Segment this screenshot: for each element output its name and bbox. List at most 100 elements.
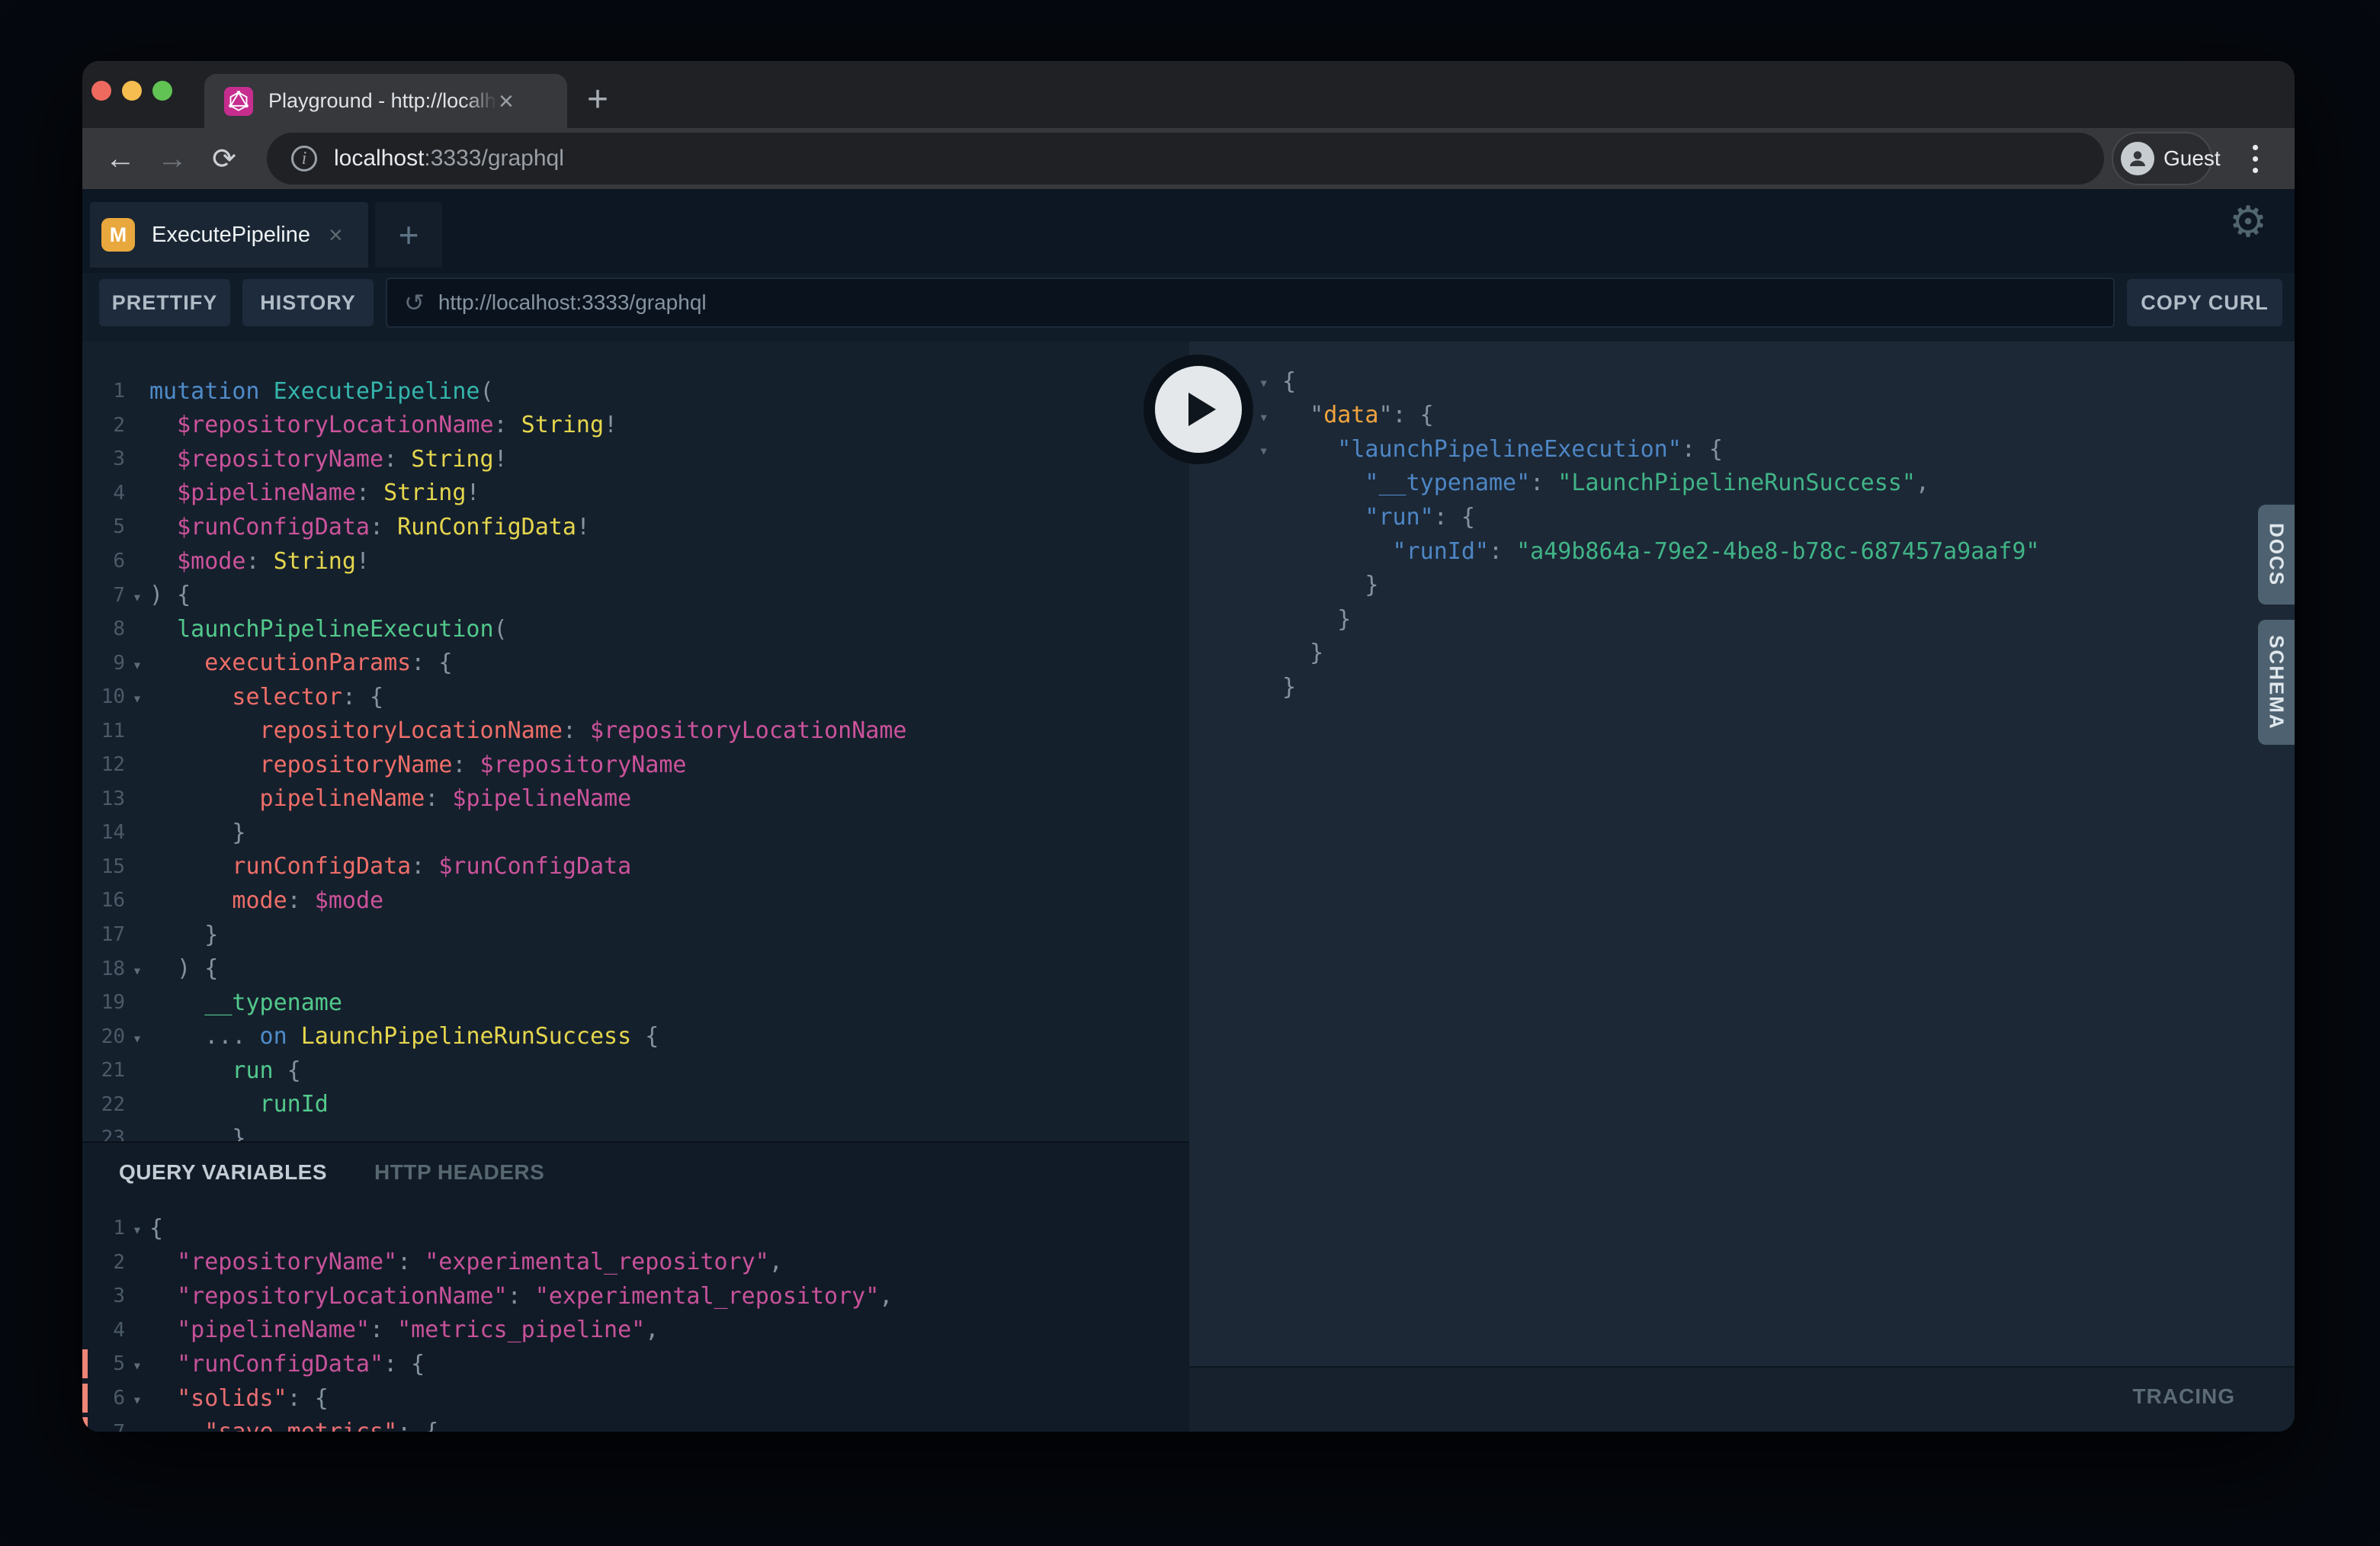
line-number: 5 (82, 1352, 125, 1375)
query-editor[interactable]: 1mutation ExecutePipeline(2$repositoryLo… (82, 342, 1189, 1141)
back-icon[interactable]: ← (98, 128, 143, 189)
window-zoom-button[interactable] (152, 81, 172, 101)
query-line: 19__typename (82, 986, 1189, 1020)
response-line: ▾{ (1189, 364, 2295, 399)
fold-arrow-icon[interactable]: ▾ (125, 585, 149, 606)
endpoint-input[interactable]: ↺ http://localhost:3333/graphql (386, 277, 2115, 328)
endpoint-reload-icon[interactable]: ↺ (404, 290, 425, 315)
line-number: 1 (82, 380, 125, 403)
response-line: "run": { (1189, 500, 2295, 534)
forward-icon[interactable]: → (149, 128, 195, 189)
line-number: 8 (82, 617, 125, 640)
line-number: 13 (82, 787, 125, 810)
copy-curl-button[interactable]: COPY CURL (2127, 279, 2282, 326)
line-number: 23 (82, 1127, 125, 1141)
query-line: 18▾) { (82, 951, 1189, 986)
variables-section: QUERY VARIABLES HTTP HEADERS 1▾{2"reposi… (82, 1141, 1189, 1432)
line-number: 22 (82, 1093, 125, 1116)
browser-tabstrip: Playground - http://localhost:3 × + (82, 61, 2295, 128)
add-session-tab-button[interactable]: + (375, 202, 442, 268)
window-minimize-button[interactable] (122, 81, 142, 101)
variables-header: QUERY VARIABLES HTTP HEADERS (82, 1143, 1189, 1188)
line-number: 20 (82, 1025, 125, 1048)
response-line: } (1189, 568, 2295, 602)
response-line: } (1189, 602, 2295, 637)
line-number: 12 (82, 753, 125, 776)
query-line: 2$repositoryLocationName: String! (82, 409, 1189, 443)
line-number: 7 (82, 584, 125, 607)
reload-icon[interactable]: ⟳ (201, 128, 247, 189)
line-number: 4 (82, 1319, 125, 1342)
session-tab-close-icon[interactable]: × (329, 223, 343, 247)
query-line: 10▾selector: { (82, 680, 1189, 714)
schema-side-tab[interactable]: SCHEMA (2258, 620, 2295, 745)
docs-side-tab[interactable]: DOCS (2258, 505, 2295, 605)
variable-line: 3"repositoryLocationName": "experimental… (82, 1279, 1189, 1313)
query-line: 5$runConfigData: RunConfigData! (82, 510, 1189, 544)
tab-http-headers[interactable]: HTTP HEADERS (374, 1160, 544, 1185)
fold-arrow-icon[interactable]: ▾ (125, 1422, 149, 1432)
tracing-label[interactable]: TRACING (2132, 1384, 2235, 1409)
line-number: 6 (82, 1387, 125, 1410)
query-line: 6$mode: String! (82, 544, 1189, 579)
fold-arrow-icon[interactable]: ▾ (125, 653, 149, 674)
response-line: "runId": "a49b864a-79e2-4be8-b78c-687457… (1189, 534, 2295, 569)
browser-window: Playground - http://localhost:3 × + ← → … (82, 61, 2295, 1432)
line-number: 14 (82, 821, 125, 844)
line-number: 2 (82, 1251, 125, 1274)
response-line: "__typename": "LaunchPipelineRunSuccess"… (1189, 467, 2295, 501)
window-close-button[interactable] (91, 81, 111, 101)
left-pane: 1mutation ExecutePipeline(2$repositoryLo… (82, 342, 1189, 1432)
execute-query-button[interactable] (1143, 354, 1253, 464)
settings-gear-icon[interactable]: ⚙ (2221, 195, 2275, 249)
tab-close-icon[interactable]: × (499, 88, 514, 114)
fold-arrow-icon[interactable]: ▾ (125, 1217, 149, 1239)
graphql-favicon-icon (224, 87, 253, 116)
browser-tab[interactable]: Playground - http://localhost:3 × (204, 74, 567, 128)
line-number: 1 (82, 1217, 125, 1240)
fold-arrow-icon[interactable]: ▾ (125, 686, 149, 707)
query-line: 11repositoryLocationName: $repositoryLoc… (82, 714, 1189, 748)
fold-arrow-icon[interactable]: ▾ (125, 1387, 149, 1409)
line-number: 4 (82, 482, 125, 505)
prettify-button[interactable]: PRETTIFY (99, 279, 230, 326)
query-line: 20▾... on LaunchPipelineRunSuccess { (82, 1019, 1189, 1054)
query-line: 7▾) { (82, 578, 1189, 612)
response-viewer: ▾{▾"data": {▾"launchPipelineExecution": … (1189, 342, 2295, 1366)
history-button[interactable]: HISTORY (242, 279, 374, 326)
edited-line-marker-icon (82, 1349, 88, 1378)
line-number: 9 (82, 652, 125, 675)
variable-line: 1▾{ (82, 1211, 1189, 1246)
line-number: 17 (82, 923, 125, 946)
line-number: 16 (82, 889, 125, 912)
browser-tab-title: Playground - http://localhost:3 (268, 89, 497, 113)
browser-navbar: ← → ⟳ i localhost:3333/graphql Guest (82, 128, 2295, 189)
fold-arrow-icon[interactable]: ▾ (125, 1026, 149, 1047)
fold-arrow-icon[interactable]: ▾ (125, 1353, 149, 1374)
tab-query-variables[interactable]: QUERY VARIABLES (119, 1160, 327, 1185)
url-text[interactable]: localhost:3333/graphql (334, 146, 564, 172)
query-line: 4$pipelineName: String! (82, 476, 1189, 511)
variable-line: 6▾"solids": { (82, 1381, 1189, 1416)
playground-panes: 1mutation ExecutePipeline(2$repositoryLo… (82, 342, 2295, 1432)
session-tab-executepipeline[interactable]: M ExecutePipeline × (90, 202, 368, 268)
tracing-bar: TRACING (1189, 1366, 2295, 1432)
response-pane: ▾{▾"data": {▾"launchPipelineExecution": … (1189, 342, 2295, 1432)
address-bar[interactable]: i localhost:3333/graphql (267, 133, 2104, 184)
fold-arrow-icon[interactable]: ▾ (125, 958, 149, 980)
query-line: 9▾executionParams: { (82, 646, 1189, 680)
line-number: 3 (82, 1285, 125, 1307)
query-line: 17} (82, 918, 1189, 952)
line-number: 2 (82, 414, 125, 437)
session-tab-title: ExecutePipeline (152, 223, 310, 248)
browser-menu-icon[interactable] (2240, 128, 2270, 189)
query-line: 22runId (82, 1087, 1189, 1121)
avatar-icon (2121, 142, 2154, 175)
variables-editor[interactable]: 1▾{2"repositoryName": "experimental_repo… (82, 1188, 1189, 1432)
site-info-icon[interactable]: i (291, 146, 317, 172)
profile-button[interactable]: Guest (2112, 132, 2212, 185)
profile-label: Guest (2163, 146, 2221, 171)
graphql-playground: M ExecutePipeline × + ⚙ PRETTIFY HISTORY… (82, 189, 2295, 1432)
new-tab-button[interactable]: + (576, 78, 619, 120)
query-line: 8launchPipelineExecution( (82, 612, 1189, 646)
